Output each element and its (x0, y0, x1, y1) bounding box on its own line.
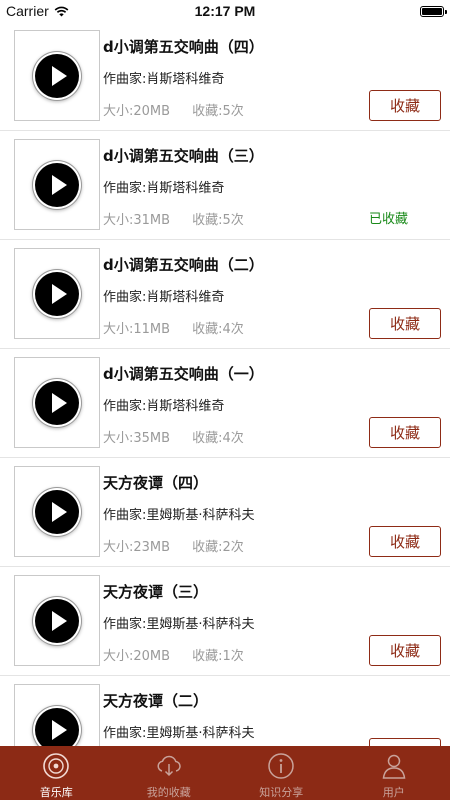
song-size: 大小:23MB (103, 540, 171, 555)
song-thumbnail[interactable] (14, 30, 100, 121)
song-fav-count: 收藏:4次 (192, 431, 244, 446)
tab-label: 用户 (382, 786, 405, 799)
tab-label: 知识分享 (259, 786, 304, 799)
song-row[interactable]: d小调第五交响曲（二） 作曲家:肖斯塔科维奇 大小:11MB 收藏:4次 收藏 (0, 240, 450, 349)
song-meta: 大小:20MB 收藏:1次 (103, 645, 244, 664)
song-thumbnail[interactable] (14, 575, 100, 666)
song-meta: 大小:23MB 收藏:2次 (103, 536, 244, 555)
favorite-button[interactable] (369, 738, 441, 746)
song-fav-count: 收藏:4次 (192, 322, 244, 337)
play-icon[interactable] (35, 162, 79, 207)
song-size: 大小:11MB (103, 322, 171, 337)
favorite-button[interactable]: 收藏 (369, 90, 441, 121)
play-icon[interactable] (35, 53, 79, 98)
battery-fill (422, 7, 442, 15)
clock: 12:17 PM (194, 3, 256, 19)
song-title: d小调第五交响曲（三） (103, 147, 264, 165)
music-library-icon (43, 753, 70, 779)
song-row[interactable]: 天方夜谭（四） 作曲家:里姆斯基·科萨科夫 大小:23MB 收藏:2次 收藏 (0, 458, 450, 567)
status-bar: Carrier 12:17 PM (0, 0, 450, 22)
play-icon[interactable] (35, 380, 79, 425)
favorite-button[interactable]: 收藏 (369, 635, 441, 666)
song-composer: 作曲家:里姆斯基·科萨科夫 (103, 508, 255, 523)
song-meta: 大小:20MB 收藏:5次 (103, 100, 244, 119)
song-row[interactable]: d小调第五交响曲（三） 作曲家:肖斯塔科维奇 大小:31MB 收藏:5次 已收藏 (0, 131, 450, 240)
tab-bar: 音乐库 我的收藏 知识分享 用户 (0, 746, 450, 800)
song-size: 大小:20MB (103, 649, 171, 664)
play-icon[interactable] (35, 489, 79, 534)
song-row[interactable]: d小调第五交响曲（四） 作曲家:肖斯塔科维奇 大小:20MB 收藏:5次 收藏 (0, 22, 450, 131)
play-icon[interactable] (35, 598, 79, 643)
favorite-button[interactable]: 收藏 (369, 526, 441, 557)
song-title: d小调第五交响曲（二） (103, 256, 264, 274)
favorited-label: 已收藏 (369, 212, 409, 227)
user-icon (382, 754, 406, 779)
song-fav-count: 收藏:1次 (192, 649, 244, 664)
song-size: 大小:20MB (103, 104, 171, 119)
battery-icon (420, 5, 447, 17)
song-title: d小调第五交响曲（四） (103, 38, 264, 56)
song-composer: 作曲家:肖斯塔科维奇 (103, 290, 225, 305)
cloud-download-icon (157, 755, 181, 777)
song-row[interactable]: 天方夜谭（三） 作曲家:里姆斯基·科萨科夫 大小:20MB 收藏:1次 收藏 (0, 567, 450, 676)
tab-user[interactable]: 用户 (338, 746, 450, 800)
song-title: 天方夜谭（三） (103, 583, 209, 601)
song-title: 天方夜谭（二） (103, 692, 209, 710)
song-thumbnail[interactable] (14, 139, 100, 230)
song-thumbnail[interactable] (14, 357, 100, 448)
song-meta: 大小:11MB 收藏:4次 (103, 318, 244, 337)
song-composer: 作曲家:肖斯塔科维奇 (103, 399, 225, 414)
play-icon[interactable] (35, 271, 79, 316)
song-composer: 作曲家:肖斯塔科维奇 (103, 181, 225, 196)
tab-label: 我的收藏 (146, 786, 191, 799)
song-row[interactable]: 天方夜谭（二） 作曲家:里姆斯基·科萨科夫 (0, 676, 450, 746)
play-icon[interactable] (35, 707, 79, 746)
song-title: d小调第五交响曲（一） (103, 365, 264, 383)
song-size: 大小:35MB (103, 431, 171, 446)
song-row[interactable]: d小调第五交响曲（一） 作曲家:肖斯塔科维奇 大小:35MB 收藏:4次 收藏 (0, 349, 450, 458)
song-thumbnail[interactable] (14, 684, 100, 746)
song-thumbnail[interactable] (14, 248, 100, 339)
song-size: 大小:31MB (103, 213, 171, 228)
tab-label: 音乐库 (39, 786, 73, 799)
favorite-button[interactable]: 收藏 (369, 417, 441, 448)
song-composer: 作曲家:里姆斯基·科萨科夫 (103, 726, 255, 741)
song-meta: 大小:31MB 收藏:5次 (103, 209, 244, 228)
song-meta: 大小:35MB 收藏:4次 (103, 427, 244, 446)
song-title: 天方夜谭（四） (103, 474, 209, 492)
info-icon (268, 753, 294, 779)
song-thumbnail[interactable] (14, 466, 100, 557)
favorite-button[interactable]: 收藏 (369, 308, 441, 339)
song-fav-count: 收藏:5次 (192, 104, 244, 119)
tab-my-favorites[interactable]: 我的收藏 (113, 746, 226, 800)
tab-knowledge-share[interactable]: 知识分享 (225, 746, 338, 800)
tab-music-library[interactable]: 音乐库 (0, 746, 113, 800)
song-fav-count: 收藏:2次 (192, 540, 244, 555)
song-list[interactable]: d小调第五交响曲（四） 作曲家:肖斯塔科维奇 大小:20MB 收藏:5次 收藏 d… (0, 22, 450, 746)
song-fav-count: 收藏:5次 (192, 213, 244, 228)
song-composer: 作曲家:肖斯塔科维奇 (103, 72, 225, 87)
song-composer: 作曲家:里姆斯基·科萨科夫 (103, 617, 255, 632)
